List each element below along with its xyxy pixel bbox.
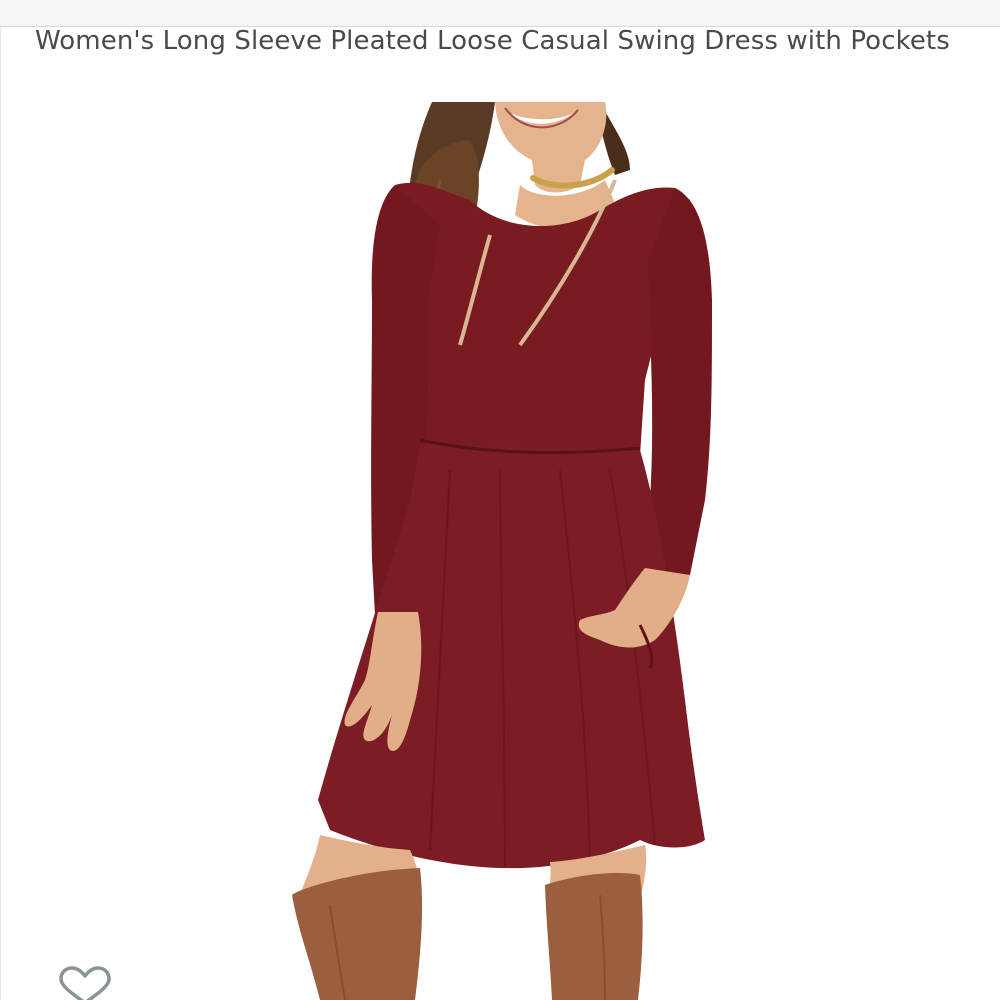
product-page: Women's Long Sleeve Pleated Loose Casual… bbox=[0, 0, 1000, 1000]
wishlist-button[interactable] bbox=[54, 965, 116, 1000]
product-title: Women's Long Sleeve Pleated Loose Casual… bbox=[35, 26, 950, 56]
product-image[interactable] bbox=[270, 102, 740, 1000]
heart-outline-icon bbox=[59, 966, 111, 1000]
left-divider bbox=[0, 26, 1, 1000]
